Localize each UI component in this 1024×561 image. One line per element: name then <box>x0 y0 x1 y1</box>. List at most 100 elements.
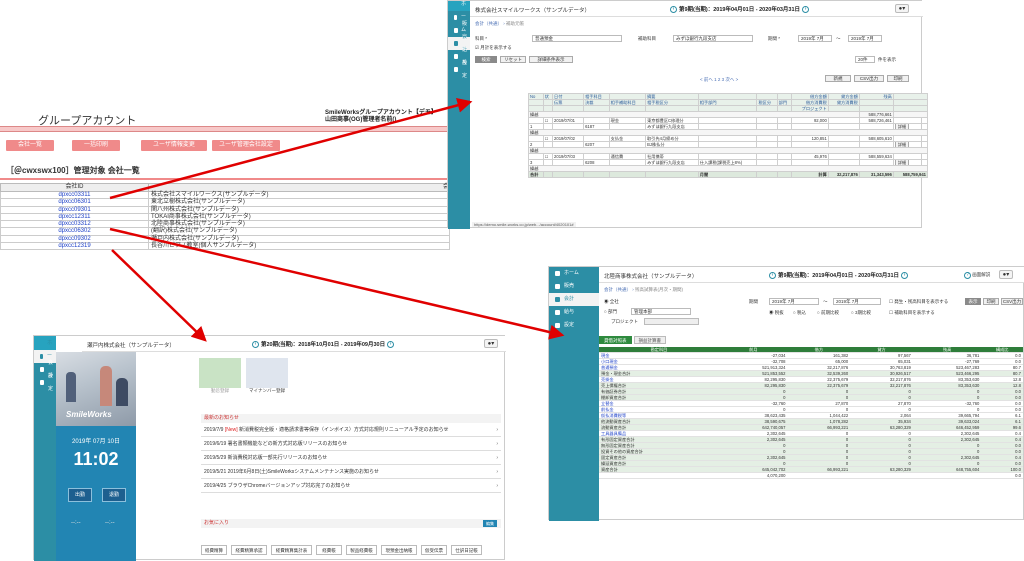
favorite-button[interactable]: 仕訳日記帳 <box>451 545 482 555</box>
company-name: 北陸商事株式会社（サンプルデータ） <box>604 274 698 280</box>
pagination[interactable]: < 前へ 1 2 3 次へ > <box>700 77 738 83</box>
prev-period-icon[interactable]: ‹ <box>670 5 677 13</box>
news-item[interactable]: 2019/7/9 [New] 新消費税完全版・適格請求書等保存（インボイス）方式… <box>201 423 501 437</box>
help-icon: ? <box>964 272 971 279</box>
prev-compare-radio[interactable]: ○ 前期比較 <box>817 310 839 316</box>
sidebar-item[interactable]: 販売 <box>549 280 599 293</box>
company-name: 北陸商事株式会社(サンプルデータ) <box>148 220 450 229</box>
user-info-button[interactable]: ユーザ情報変更 <box>141 140 207 151</box>
sidebar-item-label: 販売 <box>564 283 575 289</box>
tax-inclusive-radio[interactable]: ○ 税込 <box>793 310 806 316</box>
term-to-select[interactable]: 2019年 7月 <box>833 298 881 305</box>
detail-button[interactable]: 詳細 <box>894 142 910 147</box>
tab-income-statement[interactable]: 損益計算書 <box>633 336 666 344</box>
company-id-link[interactable]: dpxcc06301 <box>0 198 149 207</box>
bulk-print-button[interactable]: 一括印刷 <box>72 140 120 151</box>
favorite-button[interactable]: 仮受伝票 <box>421 545 447 555</box>
prev-period-icon[interactable]: ‹ <box>252 340 259 348</box>
user-menu-button[interactable]: ●▾ <box>484 339 498 348</box>
favorite-button[interactable]: 経費精算集計表 <box>271 545 312 555</box>
search-button[interactable]: 検索 <box>475 56 497 63</box>
detail-button[interactable]: 詳細 <box>894 124 910 129</box>
company-id-link[interactable]: dpxcc12311 <box>0 212 149 222</box>
reset-button[interactable]: リセット <box>500 56 526 63</box>
news-item[interactable]: 2019/5/21 2019年6月8日(土)SmileWorksシステムメンテナ… <box>201 465 501 479</box>
account-input[interactable]: 普通預金 <box>532 35 622 42</box>
mynumber-tile[interactable]: マイナンバー登録 <box>246 358 288 398</box>
term-to-select[interactable]: 2019年 7月 <box>848 35 882 42</box>
company-list-button[interactable]: 会社一覧 <box>6 140 54 151</box>
prev-period-icon[interactable]: ‹ <box>769 271 776 279</box>
news-item[interactable]: 2019/6/19 署名書類機能などの新方式対応版リリースのお知らせ › <box>201 437 501 451</box>
breadcrumb-link[interactable]: 会計（共通） <box>475 21 502 26</box>
table-cell: 計算 <box>791 171 829 178</box>
favorite-button[interactable]: 経費精算 <box>201 545 227 555</box>
company-id-link[interactable]: dpxcc09301 <box>0 205 149 214</box>
detail-button[interactable]: 詳細 <box>894 160 910 165</box>
attendance-tile[interactable]: 勤怠登録 <box>199 358 241 398</box>
tax-inclusive-label: 税込 <box>796 310 806 315</box>
chevron-right-icon: › <box>496 469 498 475</box>
show-balance-checkbox[interactable]: ☐ 発生・残高科目を表示する <box>889 299 948 305</box>
favorites-edit-button[interactable]: 編集 <box>483 520 497 527</box>
favorite-button[interactable]: 現預金出納帳 <box>381 545 417 555</box>
company-id-link[interactable]: dpxcc03312 <box>0 220 149 229</box>
company-id-link[interactable]: dpxcc06302 <box>0 227 149 236</box>
next-period-icon[interactable]: › <box>802 5 810 13</box>
all-company-radio[interactable]: ◉ 全社 <box>604 299 619 305</box>
show-button[interactable]: 表示 <box>965 298 981 305</box>
news-item[interactable]: 2019/5/29 新消費税対応版一部先行リリースのお知らせ › <box>201 451 501 465</box>
favorite-button[interactable]: 経費帳 <box>316 545 342 555</box>
show-sub-checkbox[interactable]: ☐ 補助科目を表示する <box>889 310 935 316</box>
home-window: ホーム 会計 設定 SmileWorks 2019年 07月 10日 11:02 出… <box>33 335 506 561</box>
trial-balance-main: 北陸商事株式会社（サンプルデータ） ‹ 第9期(当期)：2019年04月01日 … <box>599 267 1024 521</box>
three-term-radio[interactable]: ○ 3期比較 <box>851 310 871 316</box>
sub-account-input[interactable]: みずほ銀行九段支店 <box>673 35 753 42</box>
csv-export-button[interactable]: CSV出力 <box>854 75 884 82</box>
detail-conditions-button[interactable]: 詳細条件表示 <box>529 56 573 63</box>
sidebar-item[interactable]: 設定 <box>549 319 599 332</box>
amount-cell: 0.0 <box>981 472 1023 480</box>
news-text: ブラウザChromeバージョンアップ対応完了のお知らせ <box>227 483 351 489</box>
print-button[interactable]: 印刷 <box>887 75 909 82</box>
company-id-link[interactable]: dpxcc12319 <box>0 242 149 251</box>
term-from-select[interactable]: 2019年 7月 <box>798 35 832 42</box>
news-text: 新消費税対応版一部先行リリースのお知らせ <box>227 455 328 461</box>
favorite-button[interactable]: 製品経費帳 <box>346 545 377 555</box>
next-period-icon[interactable]: › <box>387 340 395 348</box>
term-from-select[interactable]: 2019年 7月 <box>769 298 819 305</box>
arrow-to-home <box>111 249 207 342</box>
sidebar-item[interactable]: ホーム <box>549 267 599 280</box>
company-id-link[interactable]: dpxcc03311 <box>0 190 149 200</box>
top-bar: 株式会社スマイルワークス（サンプルデータ） ‹ 第9期(当期)：2019年04月… <box>470 1 923 17</box>
user-menu-button[interactable]: ●▾ <box>895 4 909 13</box>
monthly-total-checkbox[interactable]: ☑ 月計を表示する <box>475 45 512 51</box>
print-button[interactable]: 印刷 <box>983 298 999 305</box>
sidebar-item-label: 給与 <box>564 309 575 315</box>
next-period-icon[interactable]: › <box>901 271 909 279</box>
favorite-button[interactable]: 経費精算承認 <box>231 545 267 555</box>
sidebar-item[interactable]: 会計 <box>549 293 599 306</box>
per-page-select[interactable]: 20件 <box>855 56 875 63</box>
project-select[interactable] <box>644 318 699 325</box>
status-url: https://demo.smile-works.co.jp/web.../ac… <box>472 222 576 227</box>
company-id-link[interactable]: dpxcc09302 <box>0 234 149 244</box>
csv-export-button[interactable]: CSV出力 <box>1001 298 1023 305</box>
managed-company-button[interactable]: ユーザ管理会社設定 <box>212 140 280 151</box>
sidebar-item[interactable]: 設定 <box>448 60 470 79</box>
help-label: 画面解説 <box>972 272 991 277</box>
three-term-label: 3期比較 <box>854 310 871 315</box>
table-row: dpxcc09301 関八州株式会社(サンプルデータ) <box>0 205 450 214</box>
news-item[interactable]: 2019/4/25 ブラウザChromeバージョンアップ対応完了のお知らせ › <box>201 479 501 493</box>
sidebar-item[interactable]: 給与 <box>549 306 599 319</box>
period-label: 第9期(当期)：2019年04月01日 - 2020年03月31日 <box>778 273 900 279</box>
table-row: dpxcc06301 東北立樹株式会社(サンプルデータ) <box>0 198 450 207</box>
user-menu-button[interactable]: ●▾ <box>999 270 1013 279</box>
tab-balance-sheet[interactable]: 貸借対照表 <box>599 336 632 344</box>
tax-exclusive-radio[interactable]: ◉ 税抜 <box>769 310 784 316</box>
department-select[interactable]: 管理本部 <box>631 308 691 315</box>
breadcrumb-link[interactable]: 会計（共通） <box>604 287 631 292</box>
department-radio[interactable]: ○ 部門 <box>604 309 617 315</box>
new-button[interactable]: 新規 <box>825 75 851 82</box>
help-link[interactable]: ? 画面解説 <box>964 272 990 279</box>
